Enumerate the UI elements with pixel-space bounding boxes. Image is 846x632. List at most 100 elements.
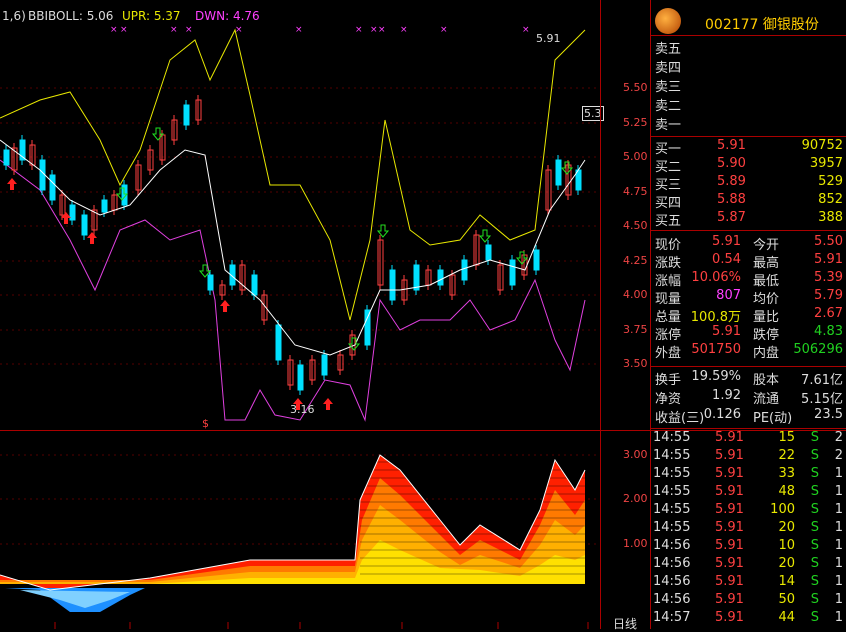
tick-time: 14:57 <box>653 610 691 625</box>
tick-count: 2 <box>834 430 843 445</box>
candle-body <box>39 159 46 191</box>
sell-label: 卖二 <box>655 99 682 114</box>
quote-value: 10.06% <box>691 270 741 285</box>
fund-row: 换手 19.59% 股本 7.61亿 <box>651 369 846 388</box>
period-label[interactable]: 日线 <box>613 615 637 632</box>
tick-time: 14:55 <box>653 466 691 481</box>
tick-side: S <box>810 556 819 571</box>
candle-body <box>533 249 540 271</box>
buy-arrow-icon <box>220 300 230 312</box>
quote-panel: 002177 御银股份 卖五 卖四 卖三 卖二 卖一 买一 5.91 90752 买二 5.90 3… <box>650 0 846 629</box>
fund-label: 流通 <box>753 392 780 407</box>
buy-label: 买四 <box>655 196 682 211</box>
quote-value: 506296 <box>793 342 843 357</box>
buy-arrow-icon <box>7 178 17 190</box>
fund-value: 1.92 <box>712 388 741 403</box>
tick-price: 5.91 <box>715 448 744 463</box>
tick-row: 14:55 5.91 100 S 1 <box>651 502 846 519</box>
price-axis: 5.50 5.25 5.00 4.75 4.50 4.25 4.00 3.75 … <box>600 0 651 632</box>
candle-body <box>437 269 444 286</box>
price-tick: 5.00 <box>623 150 648 163</box>
tick-vol: 14 <box>778 574 795 589</box>
sell-label: 卖三 <box>655 80 682 95</box>
tick-count: 1 <box>834 610 843 625</box>
tick-time: 14:55 <box>653 430 691 445</box>
fund-value: 5.15亿 <box>801 392 843 407</box>
stock-name: 御银股份 <box>762 17 819 33</box>
buy-price: 5.91 <box>717 138 746 153</box>
quote-value: 5.91 <box>712 234 741 249</box>
tick-side: S <box>810 484 819 499</box>
tick-count: 2 <box>834 448 843 463</box>
candle-body <box>389 269 396 301</box>
indicator-tick: 2.00 <box>623 492 648 505</box>
tick-price: 5.91 <box>715 484 744 499</box>
buy-level: 买三 5.89 529 <box>651 174 846 193</box>
signal-x-icon: × <box>170 25 178 35</box>
tick-time: 14:55 <box>653 448 691 463</box>
stock-title[interactable]: 002177 御银股份 <box>705 14 819 34</box>
sell-label: 卖四 <box>655 61 682 76</box>
quote-label: 外盘 <box>655 346 682 361</box>
buy-price: 5.87 <box>717 210 746 225</box>
quote-label: 涨停 <box>655 328 682 343</box>
sell-label: 卖五 <box>655 42 682 57</box>
tick-price: 5.91 <box>715 610 744 625</box>
buy-vol: 90752 <box>801 138 843 153</box>
tick-time: 14:55 <box>653 520 691 535</box>
candle-body <box>183 104 190 126</box>
kline-chart[interactable]: × × × × × × × × × × × × <box>0 0 600 629</box>
low-price-mark: 3.16 <box>290 403 315 416</box>
quote-label: 今开 <box>753 238 780 253</box>
candle-body <box>251 274 258 296</box>
tick-vol: 44 <box>778 610 795 625</box>
fund-value: 0.126 <box>703 407 741 422</box>
tick-side: S <box>810 610 819 625</box>
price-tick: 3.50 <box>623 357 648 370</box>
dwn-label: DWN: 4.76 <box>195 9 260 23</box>
quote-value: 100.8万 <box>690 310 741 325</box>
fund-row: 净资 1.92 流通 5.15亿 <box>651 388 846 407</box>
tick-time: 14:55 <box>653 502 691 517</box>
price-tick: 4.75 <box>623 185 648 198</box>
quote-label: 内盘 <box>753 346 780 361</box>
tick-vol: 20 <box>778 520 795 535</box>
buy-vol: 3957 <box>809 156 843 171</box>
candle-body <box>413 264 420 291</box>
fund-row: 收益(三) 0.126 PE(动) 23.5 <box>651 407 846 426</box>
fund-label: 股本 <box>753 373 780 388</box>
tick-count: 1 <box>834 502 843 517</box>
tick-count: 1 <box>834 592 843 607</box>
signal-x-icon: × <box>110 25 118 35</box>
price-tick: 5.50 <box>623 81 648 94</box>
lower-indicator <box>0 455 585 612</box>
candle-body <box>297 364 304 391</box>
candle-body <box>49 174 56 201</box>
tick-vol: 50 <box>778 592 795 607</box>
tick-count: 1 <box>834 538 843 553</box>
tick-row: 14:55 5.91 48 S 1 <box>651 484 846 501</box>
fund-label: 换手 <box>655 373 682 388</box>
quote-label: 现价 <box>655 238 682 253</box>
buy-label: 买一 <box>655 142 682 157</box>
tick-row: 14:55 5.91 22 S 2 <box>651 448 846 465</box>
quote-row: 总量 100.8万 量比 2.67 <box>651 306 846 325</box>
sell-level: 卖一 <box>651 114 846 133</box>
quote-value: 5.91 <box>814 252 843 267</box>
buy-vol: 852 <box>818 192 843 207</box>
quote-label: 跌停 <box>753 328 780 343</box>
quote-row: 涨停 5.91 跌停 4.83 <box>651 324 846 343</box>
quote-row: 现量 807 均价 5.79 <box>651 288 846 307</box>
tick-row: 14:57 5.91 44 S 1 <box>651 610 846 627</box>
tick-count: 1 <box>834 484 843 499</box>
tick-side: S <box>810 538 819 553</box>
tick-count: 1 <box>834 520 843 535</box>
fund-label: 收益(三) <box>655 411 705 426</box>
tick-price: 5.91 <box>715 430 744 445</box>
buy-price: 5.88 <box>717 192 746 207</box>
fund-label: PE(动) <box>753 411 793 426</box>
broker-logo-icon <box>655 8 681 34</box>
price-tick: 5.25 <box>623 116 648 129</box>
quote-label: 涨跌 <box>655 256 682 271</box>
tick-price: 5.91 <box>715 466 744 481</box>
